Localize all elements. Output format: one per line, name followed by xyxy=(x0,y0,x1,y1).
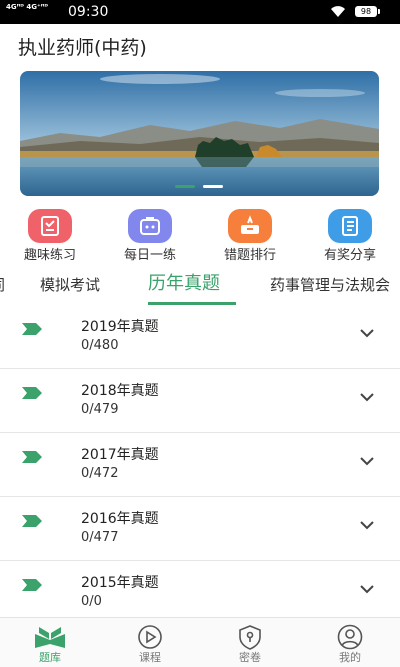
category-tabs: 同 模拟考试 历年真题 药事管理与法规会 xyxy=(0,270,400,304)
quick-action-reward-share[interactable]: 有奖分享 xyxy=(305,209,395,264)
flag-icon xyxy=(22,579,42,591)
status-time: 09:30 xyxy=(68,4,109,20)
carousel-dot-active xyxy=(175,185,195,188)
exam-title: 2017年真题 xyxy=(81,447,159,463)
page-title: 执业药师(中药) xyxy=(18,37,147,59)
quick-action-wrong-ranking[interactable]: 错题排行 xyxy=(205,209,295,264)
nav-label: 课程 xyxy=(139,651,161,664)
tab-pharmacy-law[interactable]: 药事管理与法规会 xyxy=(270,275,390,295)
network-indicator: 4Gᴴᴰ 4G⁺ᴴᴰ xyxy=(6,3,49,11)
chevron-down-icon[interactable] xyxy=(360,457,374,466)
nav-label: 密卷 xyxy=(239,651,261,664)
flag-icon xyxy=(22,451,42,463)
tab-partial[interactable]: 同 xyxy=(0,275,5,295)
user-icon xyxy=(337,624,363,650)
notebook-icon xyxy=(328,209,372,243)
flag-icon xyxy=(22,387,42,399)
list-item[interactable]: 2018年真题 0/479 xyxy=(0,369,400,433)
banner-carousel[interactable] xyxy=(20,71,379,196)
chevron-down-icon[interactable] xyxy=(360,393,374,402)
list-item[interactable]: 2019年真题 0/480 xyxy=(0,305,400,369)
exam-progress: 0/472 xyxy=(81,466,119,481)
carousel-dot xyxy=(203,185,223,188)
banner-landscape-image xyxy=(20,71,379,196)
nav-mine[interactable]: 我的 xyxy=(300,618,400,667)
battery-icon: 98 xyxy=(355,6,380,17)
status-bar: 4Gᴴᴰ 4G⁺ᴴᴰ 09:30 98 xyxy=(0,0,400,24)
exam-progress: 0/477 xyxy=(81,530,119,545)
book-icon xyxy=(35,627,65,648)
quick-action-label: 有奖分享 xyxy=(323,248,376,263)
exam-progress: 0/0 xyxy=(81,594,102,609)
quick-action-label: 每日一练 xyxy=(123,248,176,263)
exam-title: 2016年真题 xyxy=(81,511,159,527)
briefcase-icon xyxy=(128,209,172,243)
exam-title: 2019年真题 xyxy=(81,319,159,335)
exam-progress: 0/479 xyxy=(81,402,119,417)
chevron-down-icon[interactable] xyxy=(360,585,374,594)
battery-level: 98 xyxy=(360,7,372,16)
nav-course[interactable]: 课程 xyxy=(100,618,200,667)
nav-secret-paper[interactable]: 密卷 xyxy=(200,618,300,667)
nav-question-bank[interactable]: 题库 xyxy=(0,618,100,667)
exam-title: 2015年真题 xyxy=(81,575,159,591)
exam-progress: 0/480 xyxy=(81,338,119,353)
play-icon xyxy=(138,625,162,649)
wifi-icon xyxy=(331,6,345,17)
quick-action-label: 错题排行 xyxy=(223,248,276,263)
quick-action-label: 趣味练习 xyxy=(23,248,76,263)
chevron-down-icon[interactable] xyxy=(360,329,374,338)
nav-label: 题库 xyxy=(39,651,61,664)
tab-past-exams[interactable]: 历年真题 xyxy=(148,273,220,295)
flag-icon xyxy=(22,515,42,527)
quick-action-fun-practice[interactable]: 趣味练习 xyxy=(5,209,95,264)
nav-label: 我的 xyxy=(339,651,361,664)
shield-keyhole-icon xyxy=(239,625,261,650)
form-icon xyxy=(28,209,72,243)
list-item[interactable]: 2017年真题 0/472 xyxy=(0,433,400,497)
list-item[interactable]: 2016年真题 0/477 xyxy=(0,497,400,561)
bottom-nav: 题库 课程 密卷 我的 xyxy=(0,617,400,667)
exam-title: 2018年真题 xyxy=(81,383,159,399)
chevron-down-icon[interactable] xyxy=(360,521,374,530)
list-item[interactable]: 2015年真题 0/0 xyxy=(0,561,400,624)
ranking-icon xyxy=(228,209,272,243)
flag-icon xyxy=(22,323,42,335)
quick-action-daily-practice[interactable]: 每日一练 xyxy=(105,209,195,264)
tab-mock-exam[interactable]: 模拟考试 xyxy=(40,275,100,295)
